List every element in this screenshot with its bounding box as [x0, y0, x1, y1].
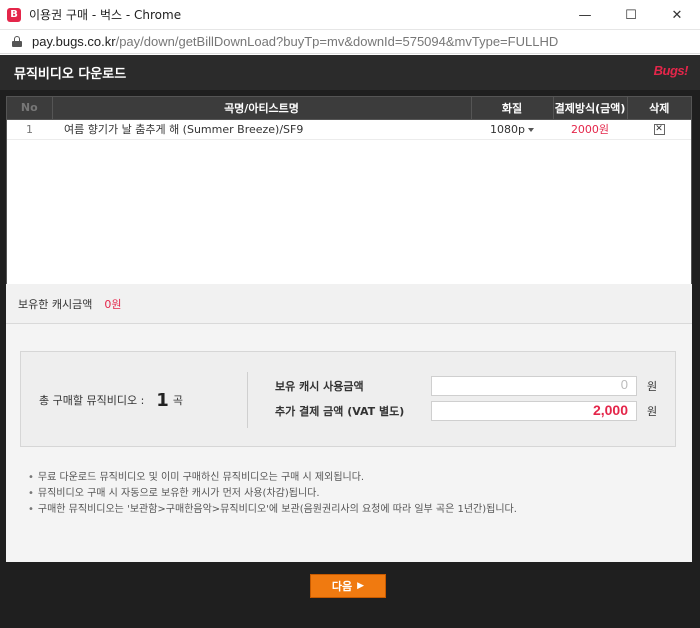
window-title: 이용권 구매 - 벅스 - Chrome — [29, 8, 182, 22]
col-title: 곡명/아티스트명 — [52, 97, 472, 120]
extra-payment-label: 추가 결제 금액 (VAT 별도) — [275, 405, 405, 418]
window-controls: — ☐ ✕ — [562, 0, 700, 30]
download-table: No 곡명/아티스트명 화질 결제방식(금액) 삭제 1 여름 향기가 날 춤추… — [7, 97, 691, 140]
owned-cash-label: 보유한 캐시금액 — [18, 297, 93, 311]
footer-bar: 다음 ▶ — [0, 562, 700, 628]
next-button-label: 다음 — [331, 580, 353, 593]
page-title: 뮤직비디오 다운로드 — [14, 67, 127, 82]
delete-button[interactable]: ✕ — [653, 124, 665, 135]
extra-payment-won: 원 — [647, 405, 658, 418]
owned-cash-row: 보유한 캐시금액 0원 — [6, 284, 692, 324]
close-window-button[interactable]: ✕ — [654, 0, 700, 30]
extra-payment-row: 추가 결제 금액 (VAT 별도) 2,000 원 — [275, 400, 675, 422]
col-no: No — [7, 97, 53, 120]
notice-item: 뮤직비디오 구매 시 자동으로 보유한 캐시가 먼저 사용(차감)됩니다. — [28, 486, 692, 502]
col-quality: 화질 — [471, 97, 554, 120]
bugs-logo: Bugs! — [653, 63, 689, 78]
app-header: 뮤직비디오 다운로드 Bugs! — [0, 55, 700, 90]
total-unit: 곡 — [172, 394, 183, 407]
next-button[interactable]: 다음 ▶ — [310, 574, 386, 598]
url-path: /pay/down/getBillDownLoad?buyTp=mv&downI… — [115, 34, 559, 49]
summary-divider — [247, 372, 248, 428]
notice-list: 무료 다운로드 뮤직비디오 및 이미 구매하신 뮤직비디오는 구매 시 제외됩니… — [6, 470, 692, 518]
cash-use-row: 보유 캐시 사용금액 0 원 — [275, 375, 675, 397]
caret-down-icon — [527, 127, 534, 132]
total-count-block: 총 구매할 뮤직비디오 : 1 곡 — [21, 352, 247, 448]
cash-section: 보유한 캐시금액 0원 총 구매할 뮤직비디오 : 1 곡 보유 캐시 사용금액… — [6, 284, 692, 470]
notice-section: 무료 다운로드 뮤직비디오 및 이미 구매하신 뮤직비디오는 구매 시 제외됩니… — [6, 470, 692, 562]
quality-value: 1080p — [490, 122, 525, 136]
url-text[interactable]: pay.bugs.co.kr/pay/down/getBillDownLoad?… — [32, 34, 558, 49]
row-no: 1 — [7, 119, 52, 140]
extra-payment-field: 2,000 — [431, 401, 637, 421]
cash-use-won: 원 — [647, 380, 658, 393]
url-host: pay.bugs.co.kr — [32, 34, 116, 49]
notice-item: 무료 다운로드 뮤직비디오 및 이미 구매하신 뮤직비디오는 구매 시 제외됩니… — [28, 470, 692, 486]
quality-select[interactable]: 1080p — [471, 119, 553, 140]
table-row: 1 여름 향기가 날 춤추게 해 (Summer Breeze)/SF9 108… — [7, 119, 691, 140]
cash-use-field[interactable]: 0 — [431, 376, 637, 396]
row-title: 여름 향기가 날 춤추게 해 (Summer Breeze)/SF9 — [52, 119, 471, 140]
maximize-button[interactable]: ☐ — [608, 0, 654, 30]
total-count: 1 — [156, 389, 169, 411]
chevron-right-icon: ▶ — [357, 581, 365, 591]
owned-cash-amount: 0원 — [104, 297, 122, 311]
address-bar[interactable]: pay.bugs.co.kr/pay/down/getBillDownLoad?… — [0, 30, 700, 54]
lock-icon — [12, 36, 22, 47]
notice-item: 구매한 뮤직비디오는 '보관함>구매한음악>뮤직비디오'에 보관(음원권리사의 … — [28, 502, 692, 518]
bugs-app-icon: B — [7, 7, 21, 22]
col-delete: 삭제 — [627, 97, 691, 120]
minimize-button[interactable]: — — [562, 0, 608, 30]
row-price: 2000원 — [553, 119, 627, 140]
payment-block: 보유 캐시 사용금액 0 원 추가 결제 금액 (VAT 별도) 2,000 원 — [275, 352, 675, 448]
cash-use-label: 보유 캐시 사용금액 — [275, 380, 364, 393]
total-label: 총 구매할 뮤직비디오 : — [39, 394, 145, 407]
purchase-summary: 총 구매할 뮤직비디오 : 1 곡 보유 캐시 사용금액 0 원 추가 결제 금… — [20, 351, 676, 447]
window-titlebar: B 이용권 구매 - 벅스 - Chrome — ☐ ✕ — [0, 0, 700, 30]
col-payment: 결제방식(금액) — [553, 97, 628, 120]
